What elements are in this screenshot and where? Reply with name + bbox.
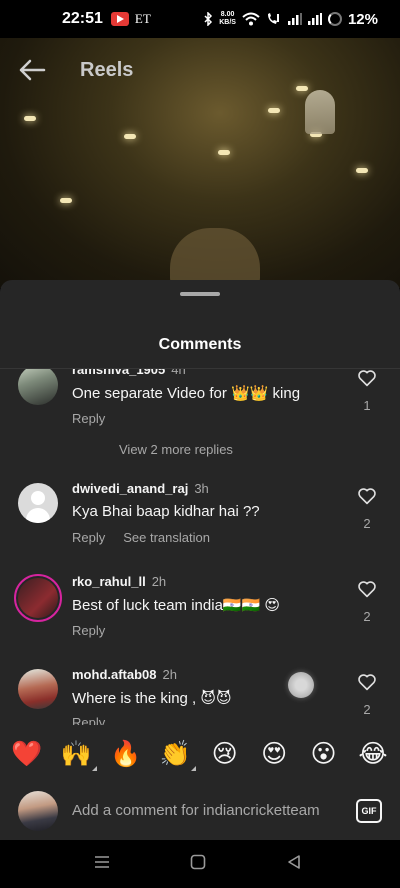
comment-time: 2h <box>151 574 167 589</box>
net-speed-unit: KB/S <box>219 19 236 26</box>
comment-time: 3h <box>194 481 209 496</box>
et-app-label: ET <box>134 11 151 26</box>
like-count: 2 <box>363 516 371 531</box>
view-more-replies[interactable]: View 2 more replies <box>119 442 233 457</box>
reply-button[interactable]: Reply <box>72 715 105 725</box>
home-square-icon[interactable] <box>190 854 206 870</box>
commenter-avatar-story-ring[interactable] <box>14 574 62 622</box>
wifi-calling-icon <box>267 13 279 24</box>
heart-outline-icon[interactable] <box>357 580 377 598</box>
ceiling-light <box>60 198 72 203</box>
like-count: 1 <box>363 398 371 413</box>
back-triangle-icon[interactable] <box>286 854 302 870</box>
ceiling-light <box>218 150 230 155</box>
comment-input[interactable] <box>72 796 344 824</box>
network-speed: 8.00 KB/S <box>219 11 236 27</box>
status-bar: 22:51 ET 8.00 KB/S 12% <box>0 0 400 38</box>
comment-composer: GIF <box>0 780 400 840</box>
avatar-image <box>18 578 58 618</box>
username-text[interactable]: dwivedi_anand_raj <box>72 481 188 496</box>
heart-outline-icon[interactable] <box>357 369 377 387</box>
emoji-quick-bar: ❤️ 🙌 🔥 👏 😢 😍 😮 😂 <box>0 730 400 778</box>
comment-actions: Reply <box>72 623 105 638</box>
sheet-title: Comments <box>158 336 242 353</box>
reply-button[interactable]: Reply <box>72 411 105 426</box>
page-title: Reels <box>80 59 134 81</box>
current-user-avatar <box>18 791 58 831</box>
recents-menu-icon[interactable] <box>94 854 110 870</box>
status-icons: 8.00 KB/S 12% <box>204 11 378 28</box>
comment-actions: Reply <box>72 411 105 426</box>
emoji-fire[interactable]: 🔥 <box>109 740 143 769</box>
comment-actions: Reply See translation <box>72 530 210 545</box>
reply-button[interactable]: Reply <box>72 623 105 638</box>
comment-username[interactable]: mohd.aftab08 2h <box>72 667 177 682</box>
comment-item: rko_rahul_ll 2h Best of luck team india🇮🇳… <box>0 572 400 652</box>
emoji-clapping-hands[interactable]: 👏 <box>158 740 197 771</box>
commenter-avatar[interactable] <box>18 483 58 523</box>
ceiling-light <box>356 168 368 173</box>
emoji-red-heart[interactable]: ❤️ <box>10 740 44 769</box>
comment-time: 4h <box>171 369 186 377</box>
back-arrow-icon[interactable] <box>18 58 46 82</box>
comment-username[interactable]: ramshiva_1905 4h <box>72 369 186 377</box>
sheet-drag-handle[interactable] <box>180 292 220 296</box>
comment-actions: Reply <box>72 715 105 725</box>
bluetooth-icon <box>204 12 213 26</box>
comment-text: Best of luck team india🇮🇳🇮🇳 😍 <box>72 597 281 614</box>
trophy-icon <box>305 90 335 134</box>
emoji-heart-eyes[interactable]: 😍 <box>257 739 291 769</box>
emoji-crying-face[interactable]: 😢 <box>208 739 242 769</box>
commenter-avatar[interactable] <box>18 369 58 405</box>
wifi-icon <box>242 12 260 26</box>
status-time: 22:51 <box>62 10 103 27</box>
username-text[interactable]: rko_rahul_ll <box>72 574 146 589</box>
username-text[interactable]: ramshiva_1905 <box>72 369 165 377</box>
comment-item: ramshiva_1905 4h One separate Video for 👑… <box>0 369 400 449</box>
touch-indicator <box>288 672 314 698</box>
heart-outline-icon[interactable] <box>357 673 377 691</box>
reply-button[interactable]: Reply <box>72 530 105 545</box>
comment-time: 2h <box>162 667 177 682</box>
comment-item: mohd.aftab08 2h Where is the king , 😈😈 Re… <box>0 667 400 725</box>
net-speed-value: 8.00 <box>220 11 235 18</box>
emoji-raising-hands[interactable]: 🙌 <box>59 740 98 771</box>
like-count: 2 <box>363 609 371 624</box>
world-cup-logo <box>288 90 352 170</box>
comments-list[interactable]: ramshiva_1905 4h One separate Video for 👑… <box>0 369 400 725</box>
comment-username[interactable]: rko_rahul_ll 2h <box>72 574 166 589</box>
signal-icon-1 <box>287 13 302 25</box>
system-nav-bar <box>0 840 400 888</box>
like-column: 2 <box>352 487 382 531</box>
emoji-tears-of-joy[interactable]: 😂 <box>356 739 390 769</box>
like-count: 2 <box>363 702 371 717</box>
ceiling-light <box>124 134 136 139</box>
comment-text: One separate Video for 👑👑 king <box>72 385 301 402</box>
ceiling-light <box>24 116 36 121</box>
battery-percent: 12% <box>347 10 378 28</box>
comment-username[interactable]: dwivedi_anand_raj 3h <box>72 481 209 496</box>
like-column: 2 <box>352 580 382 624</box>
comment-item: dwivedi_anand_raj 3h Kya Bhai baap kidhar… <box>0 479 400 559</box>
like-column: 1 <box>352 369 382 413</box>
battery-icon <box>327 12 342 26</box>
video-subject <box>170 228 260 288</box>
emoji-surprised-face[interactable]: 😮 <box>307 739 341 769</box>
comment-text: Where is the king , 😈😈 <box>72 690 232 707</box>
reels-header: Reels <box>0 50 400 90</box>
heart-outline-icon[interactable] <box>357 487 377 505</box>
commenter-avatar[interactable] <box>18 669 58 709</box>
username-text[interactable]: mohd.aftab08 <box>72 667 157 682</box>
signal-icon-2 <box>307 13 322 25</box>
ceiling-light <box>268 108 280 113</box>
like-column: 2 <box>352 673 382 717</box>
comment-text: Kya Bhai baap kidhar hai ?? <box>72 503 260 520</box>
see-translation-button[interactable]: See translation <box>123 530 210 545</box>
gif-button[interactable]: GIF <box>356 799 382 823</box>
youtube-notification-icon <box>110 12 129 26</box>
